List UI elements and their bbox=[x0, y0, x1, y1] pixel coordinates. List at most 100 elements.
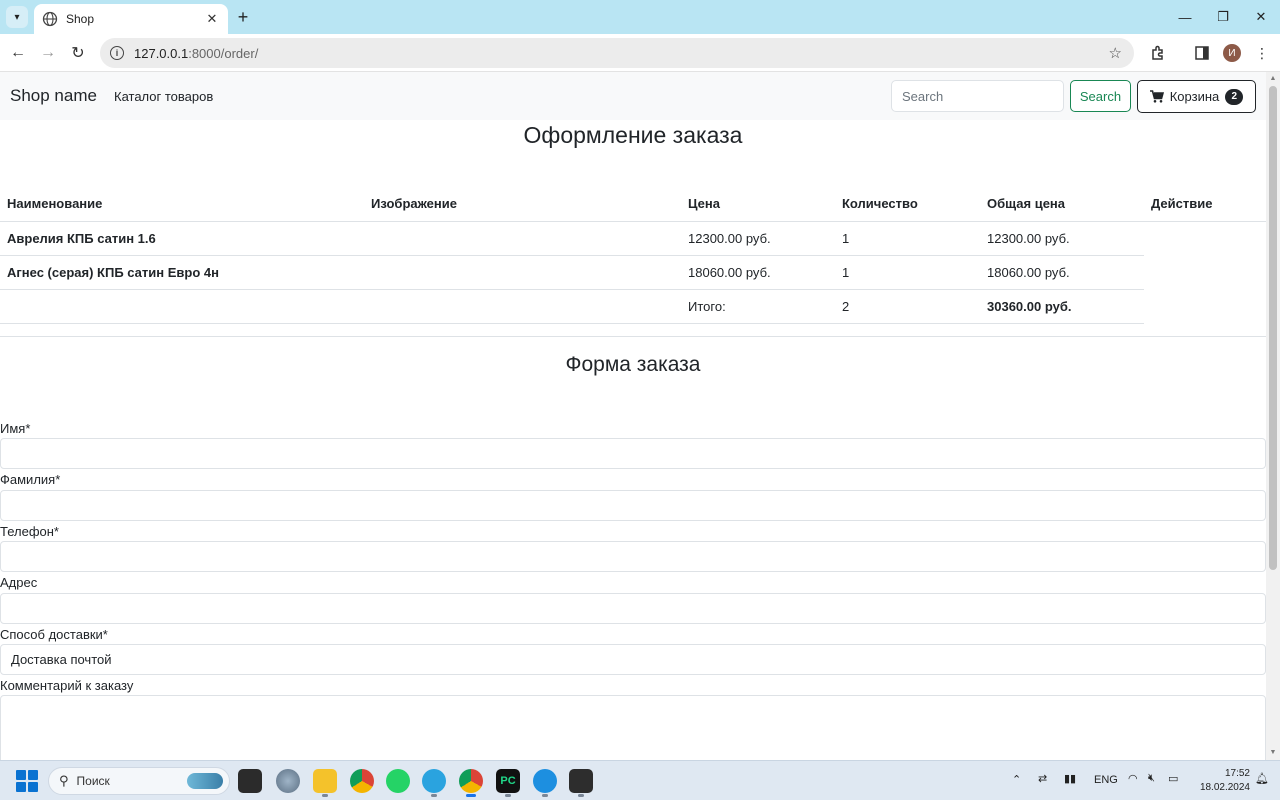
menu-kebab-icon[interactable]: ⋮ bbox=[1252, 43, 1272, 63]
first-name-label: Имя* bbox=[0, 421, 31, 436]
product-image bbox=[364, 221, 681, 256]
battery-icon[interactable]: ▭ bbox=[1168, 772, 1178, 785]
column-header: Цена bbox=[681, 187, 835, 222]
extensions-icon[interactable] bbox=[1148, 43, 1168, 63]
delivery-method-select[interactable]: Доставка почтой bbox=[0, 644, 1266, 675]
cart-count-badge: 2 bbox=[1225, 88, 1244, 105]
brand-link[interactable]: Shop name bbox=[10, 86, 97, 106]
edge-icon[interactable] bbox=[276, 769, 300, 793]
running-indicator bbox=[542, 794, 548, 797]
telegram-icon[interactable] bbox=[422, 769, 446, 793]
page-viewport: Shop name Каталог товаров Search Корзина… bbox=[0, 72, 1266, 760]
cart-button[interactable]: Корзина 2 bbox=[1137, 80, 1256, 113]
column-header: Действие bbox=[1144, 187, 1266, 222]
last-name-label: Фамилия* bbox=[0, 472, 61, 487]
column-header: Количество bbox=[835, 187, 980, 222]
taskbar-search[interactable]: ⚲ Поиск bbox=[48, 767, 230, 795]
address-label: Адрес bbox=[0, 575, 38, 590]
product-name[interactable]: Аврелия КПБ сатин 1.6 bbox=[0, 221, 364, 256]
minimize-icon[interactable]: — bbox=[1166, 0, 1204, 34]
delivery-method-value: Доставка почтой bbox=[11, 652, 112, 667]
chrome-profile-icon[interactable] bbox=[459, 769, 483, 793]
column-header: Общая цена bbox=[980, 187, 1144, 222]
product-action bbox=[1144, 221, 1266, 255]
site-info-icon[interactable]: i bbox=[110, 46, 124, 60]
bookmark-star-icon[interactable]: ☆ bbox=[1109, 44, 1122, 62]
task-view-icon[interactable] bbox=[238, 769, 262, 793]
scrollbar-thumb[interactable] bbox=[1269, 86, 1277, 570]
browser-toolbar: ← → ↻ i 127.0.0.1:8000/order/ ☆ И ⋮ bbox=[0, 34, 1280, 72]
phone-label: Телефон* bbox=[0, 524, 59, 539]
windows-start-icon[interactable] bbox=[16, 770, 38, 792]
table-row: Аврелия КПБ сатин 1.6 12300.00 руб. 1 12… bbox=[0, 221, 1266, 256]
language-indicator[interactable]: ENG bbox=[1094, 774, 1118, 786]
summary-quantity: 2 bbox=[835, 289, 980, 324]
tab-search-button[interactable]: ▾ bbox=[6, 6, 28, 28]
url-host: 127.0.0.1 bbox=[134, 45, 189, 61]
product-image bbox=[364, 255, 681, 290]
address-bar[interactable]: i 127.0.0.1:8000/order/ ☆ bbox=[100, 38, 1134, 68]
page-scrollbar[interactable]: ▲ ▼ bbox=[1266, 72, 1280, 760]
search-input[interactable] bbox=[891, 80, 1064, 112]
phone-field[interactable] bbox=[0, 541, 1266, 572]
close-window-icon[interactable]: ✕ bbox=[1242, 0, 1280, 34]
product-total: 18060.00 руб. bbox=[980, 255, 1144, 290]
tray-overflow-icon[interactable]: ⌃ bbox=[1012, 773, 1021, 786]
comment-field[interactable] bbox=[0, 695, 1266, 760]
windows-taskbar: ⚲ Поиск PC ⌃ ⇄ ▮▮ ENG ◠ 🔇︎ ▭ 17:52 18.02… bbox=[0, 760, 1280, 800]
close-tab-icon[interactable]: ✕ bbox=[204, 11, 220, 27]
product-action bbox=[1144, 255, 1266, 289]
order-heading: Оформление заказа bbox=[523, 122, 743, 148]
search-button[interactable]: Search bbox=[1070, 80, 1131, 112]
address-field[interactable] bbox=[0, 593, 1266, 624]
tray-app-icon[interactable]: ⇄ bbox=[1038, 772, 1047, 785]
scroll-up-icon[interactable]: ▲ bbox=[1269, 75, 1277, 83]
running-indicator bbox=[578, 794, 584, 797]
pycharm-icon[interactable]: PC bbox=[496, 769, 520, 793]
last-name-field[interactable] bbox=[0, 490, 1266, 521]
first-name-field[interactable] bbox=[0, 438, 1266, 469]
browser-tab[interactable]: Shop ✕ bbox=[34, 4, 228, 34]
whatsapp-icon[interactable] bbox=[386, 769, 410, 793]
product-price: 18060.00 руб. bbox=[681, 255, 835, 290]
order-form-heading: Форма заказа bbox=[565, 353, 701, 376]
notification-bell-icon[interactable]: 🔔︎ bbox=[1255, 772, 1269, 785]
tab-title: Shop bbox=[66, 12, 95, 26]
product-price: 12300.00 руб. bbox=[681, 221, 835, 256]
browser-tab-bar: ▾ Shop ✕ + — ❐ ✕ bbox=[0, 0, 1280, 34]
summary-empty-cell bbox=[1144, 289, 1266, 323]
clock-date: 18.02.2024 bbox=[1199, 782, 1250, 793]
docker-icon[interactable] bbox=[533, 769, 557, 793]
forward-icon[interactable]: → bbox=[36, 41, 60, 65]
terminal-icon[interactable] bbox=[569, 769, 593, 793]
new-tab-button[interactable]: + bbox=[233, 7, 253, 27]
table-header-row: Наименование Изображение Цена Количество… bbox=[0, 187, 1266, 222]
side-panel-icon[interactable] bbox=[1192, 43, 1212, 63]
site-navbar: Shop name Каталог товаров Search Корзина… bbox=[0, 72, 1266, 120]
search-icon: ⚲ bbox=[59, 773, 69, 788]
scroll-down-icon[interactable]: ▼ bbox=[1269, 749, 1277, 757]
cart-icon bbox=[1149, 90, 1164, 103]
system-clock[interactable]: 17:52 18.02.2024 bbox=[1190, 767, 1250, 795]
column-header: Наименование bbox=[0, 187, 364, 222]
running-indicator bbox=[322, 794, 328, 797]
reload-icon[interactable]: ↻ bbox=[66, 41, 90, 65]
profile-avatar[interactable]: И bbox=[1223, 44, 1241, 62]
product-total: 12300.00 руб. bbox=[980, 221, 1144, 256]
delivery-method-label: Способ доставки* bbox=[0, 627, 108, 642]
wifi-icon[interactable]: ◠ bbox=[1128, 772, 1138, 785]
running-indicator bbox=[431, 794, 437, 797]
summary-empty-cell bbox=[0, 289, 364, 324]
back-icon[interactable]: ← bbox=[6, 41, 30, 65]
file-explorer-icon[interactable] bbox=[313, 769, 337, 793]
volume-muted-icon[interactable]: 🔇︎ bbox=[1148, 772, 1155, 785]
chrome-icon[interactable] bbox=[350, 769, 374, 793]
summary-row: Итого: 2 30360.00 руб. bbox=[0, 289, 1266, 324]
restore-icon[interactable]: ❐ bbox=[1204, 0, 1242, 34]
globe-icon bbox=[42, 11, 58, 27]
product-quantity: 1 bbox=[835, 221, 980, 256]
catalog-link[interactable]: Каталог товаров bbox=[114, 89, 213, 104]
comment-label: Комментарий к заказу bbox=[0, 678, 134, 693]
tray-audio-icon[interactable]: ▮▮ bbox=[1064, 772, 1076, 785]
product-name[interactable]: Агнес (серая) КПБ сатин Евро 4н bbox=[0, 255, 364, 290]
